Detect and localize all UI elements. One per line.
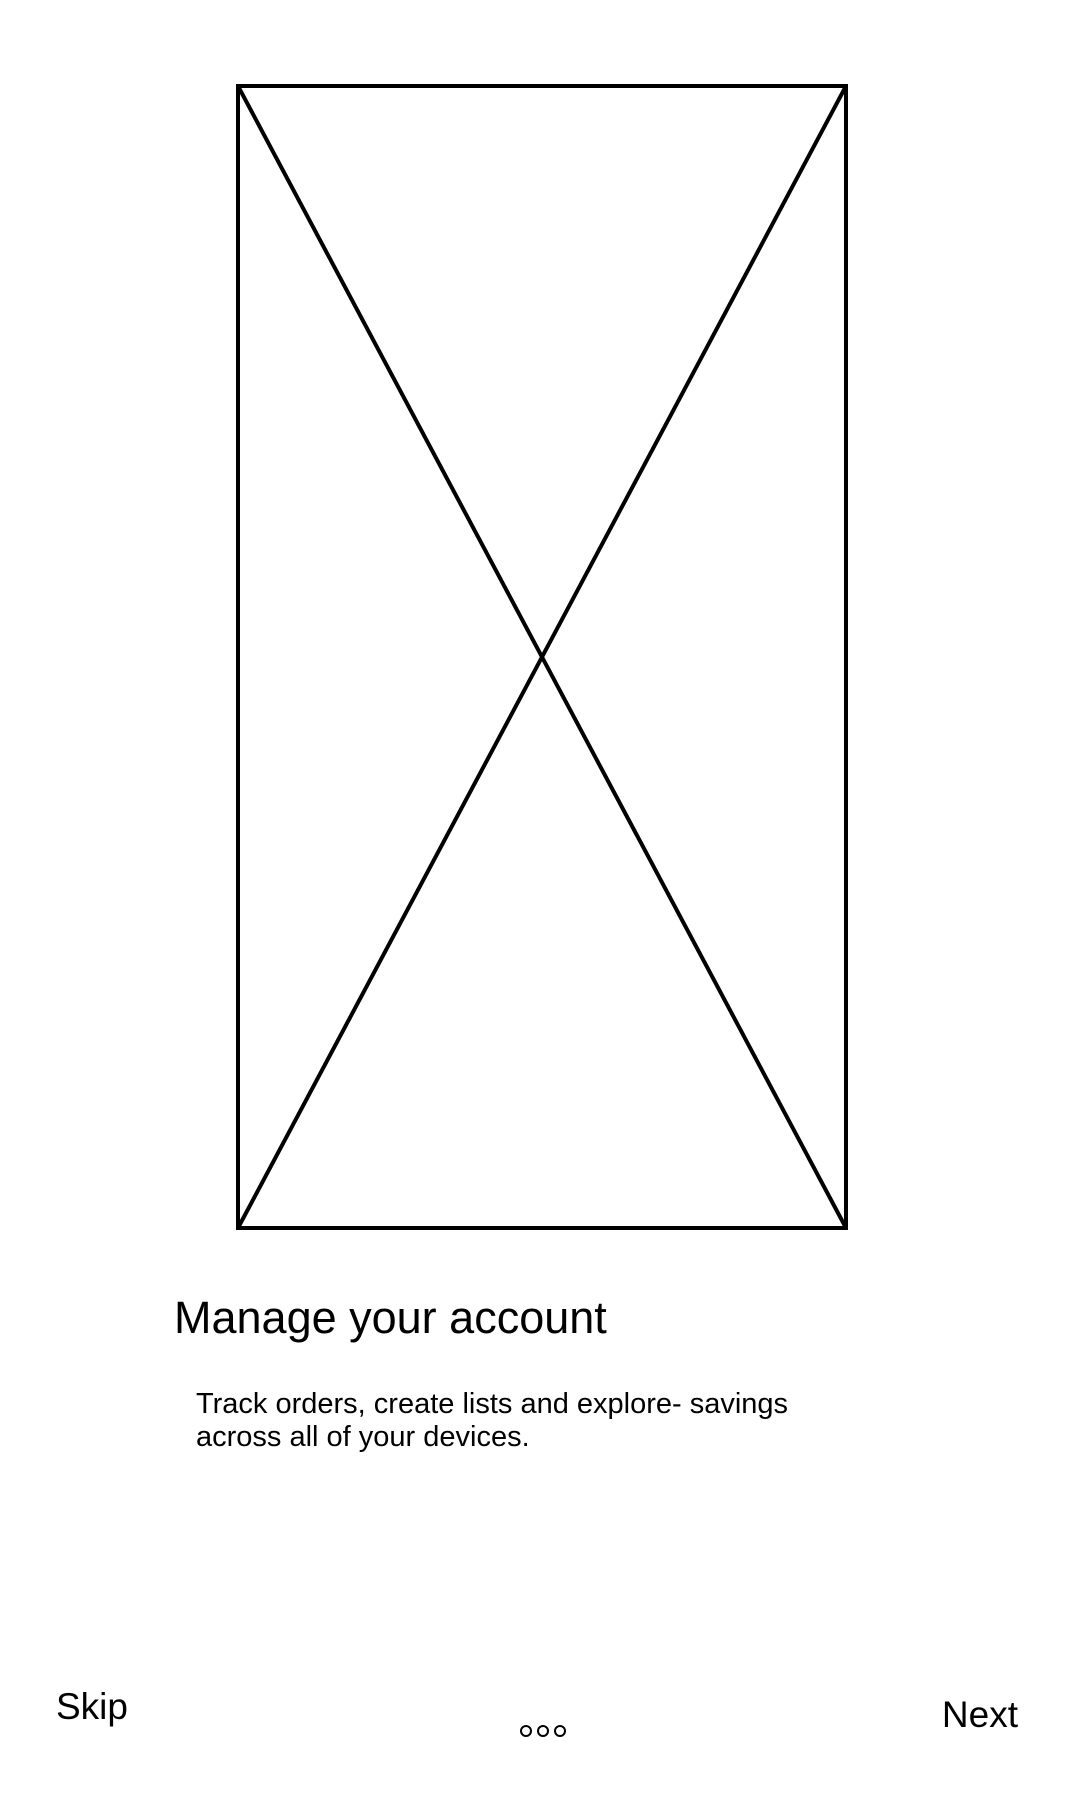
page-dot-icon[interactable] xyxy=(537,1725,549,1737)
description-line: across all of your devices. xyxy=(196,1421,530,1453)
description-line: Track orders, create lists and explore- … xyxy=(196,1388,789,1420)
next-button[interactable]: Next xyxy=(942,1693,1018,1737)
page-title: Manage your account xyxy=(174,1292,607,1343)
image-placeholder-icon xyxy=(236,84,848,1230)
placeholder-graphic xyxy=(236,84,848,1230)
skip-button[interactable]: Skip xyxy=(56,1685,128,1729)
page-dot-icon[interactable] xyxy=(554,1725,566,1737)
page-description: Track orders, create lists and explore- … xyxy=(196,1388,856,1454)
page-dot-icon[interactable] xyxy=(520,1725,532,1737)
page-indicator xyxy=(520,1724,566,1738)
